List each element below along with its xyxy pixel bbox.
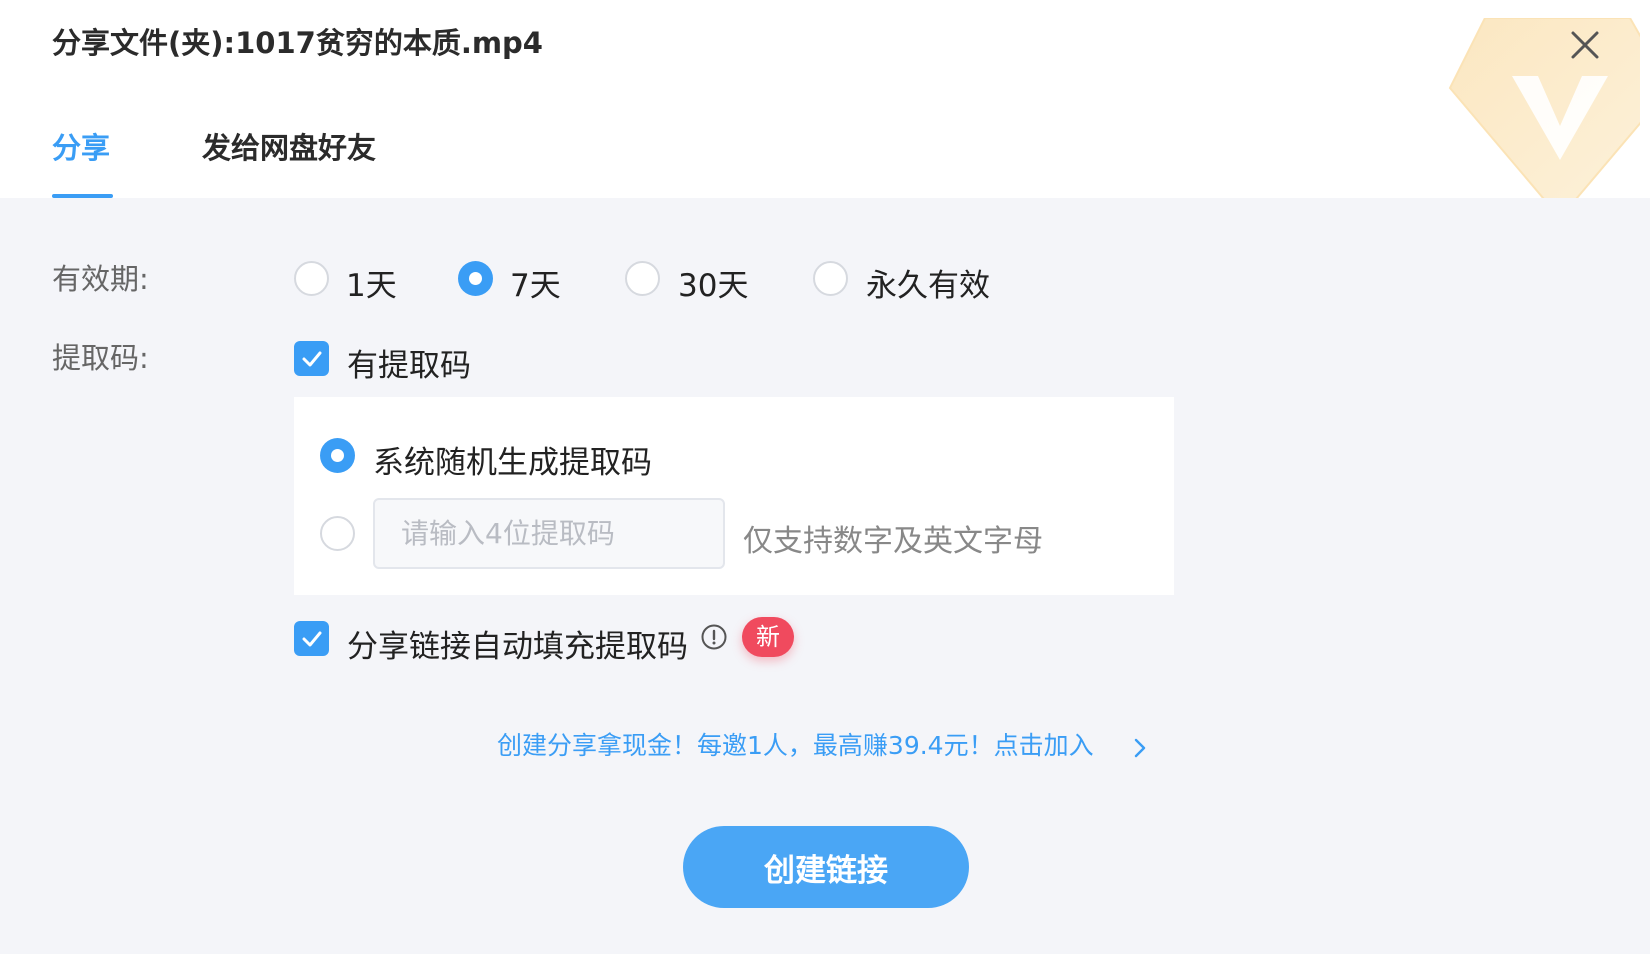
share-dialog: 分享文件(夹):1017贫穷的本质.mp4 分享 发给网盘好友 有效期: 1天 … bbox=[0, 0, 1650, 954]
validity-30day-label[interactable]: 30天 bbox=[678, 260, 748, 305]
active-tab-indicator bbox=[52, 194, 113, 198]
custom-code-input[interactable] bbox=[373, 498, 725, 569]
validity-label: 有效期: bbox=[52, 262, 149, 296]
dialog-title: 分享文件(夹):1017贫穷的本质.mp4 bbox=[52, 26, 543, 60]
random-code-label[interactable]: 系统随机生成提取码 bbox=[373, 437, 652, 482]
promo-link[interactable]: 创建分享拿现金！每邀1人，最高赚39.4元！点击加入 bbox=[497, 726, 1094, 762]
validity-permanent-label[interactable]: 永久有效 bbox=[866, 260, 990, 305]
info-icon[interactable] bbox=[701, 624, 727, 650]
validity-1day-radio[interactable] bbox=[294, 261, 329, 296]
tab-send-to-friends[interactable]: 发给网盘好友 bbox=[202, 125, 376, 167]
validity-1day-label[interactable]: 1天 bbox=[346, 260, 397, 305]
validity-permanent-radio[interactable] bbox=[813, 261, 848, 296]
dialog-header: 分享文件(夹):1017贫穷的本质.mp4 分享 发给网盘好友 bbox=[0, 0, 1650, 198]
validity-7day-label[interactable]: 7天 bbox=[510, 260, 561, 305]
autofill-code-checkbox[interactable] bbox=[294, 621, 329, 656]
has-code-checkbox[interactable] bbox=[294, 341, 329, 376]
create-link-button[interactable]: 创建链接 bbox=[683, 826, 969, 908]
vip-diamond-icon bbox=[1448, 18, 1640, 198]
custom-code-hint: 仅支持数字及英文字母 bbox=[743, 524, 1043, 559]
extract-code-label: 提取码: bbox=[52, 341, 149, 375]
autofill-code-label[interactable]: 分享链接自动填充提取码 bbox=[347, 621, 688, 666]
validity-7day-radio[interactable] bbox=[458, 261, 493, 296]
has-code-label[interactable]: 有提取码 bbox=[347, 340, 471, 385]
close-icon[interactable] bbox=[1568, 28, 1602, 62]
checkmark-icon bbox=[302, 351, 322, 367]
checkmark-icon bbox=[302, 631, 322, 647]
validity-30day-radio[interactable] bbox=[625, 261, 660, 296]
chevron-right-icon[interactable] bbox=[1132, 736, 1148, 760]
tab-share[interactable]: 分享 bbox=[52, 125, 110, 167]
custom-code-radio[interactable] bbox=[320, 516, 355, 551]
random-code-radio[interactable] bbox=[320, 438, 355, 473]
new-badge: 新 bbox=[742, 617, 794, 657]
